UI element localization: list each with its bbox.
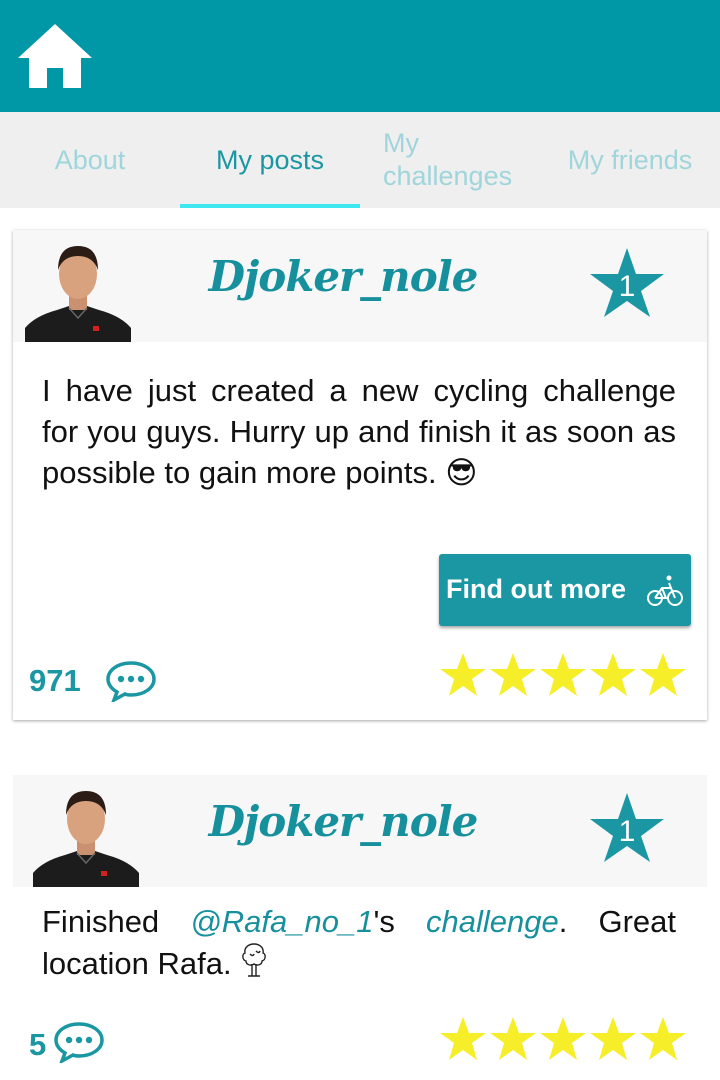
- star-icon[interactable]: [639, 1015, 687, 1063]
- post-header: Djoker_nole 1: [13, 775, 707, 887]
- active-tab-indicator: [180, 204, 360, 208]
- star-icon[interactable]: [489, 1015, 537, 1063]
- tree-icon: [242, 943, 267, 977]
- find-out-more-button[interactable]: Find out more: [439, 554, 691, 626]
- post-card: Djoker_nole 1 I have just created a new …: [13, 230, 707, 720]
- tab-about[interactable]: About: [0, 112, 180, 208]
- tab-my-friends[interactable]: My friends: [540, 112, 720, 208]
- star-icon[interactable]: [439, 651, 487, 699]
- avatar[interactable]: [33, 781, 139, 887]
- star-icon[interactable]: [439, 1015, 487, 1063]
- rank-badge: 1: [589, 791, 665, 863]
- comment-count: 971: [29, 663, 81, 698]
- app-header: [0, 0, 720, 112]
- username[interactable]: Djoker_nole: [153, 797, 533, 846]
- rating-stars: [439, 1015, 691, 1065]
- avatar[interactable]: [25, 236, 131, 342]
- tab-label: About: [54, 144, 126, 175]
- star-icon[interactable]: [539, 1015, 587, 1063]
- rank-number: 1: [618, 270, 636, 303]
- post-text: I have just created a new cycling challe…: [42, 373, 676, 490]
- tab-label: My friends: [567, 144, 693, 175]
- bicycle-icon: [647, 575, 683, 606]
- comment-count: 5: [29, 1027, 47, 1062]
- star-icon[interactable]: [539, 651, 587, 699]
- tab-my-challenges[interactable]: My challenges: [360, 112, 540, 208]
- sunglasses-emoji-icon: 😎: [445, 455, 478, 490]
- post-card: Djoker_nole 1 Finished @Rafa_no_1's chal…: [13, 775, 707, 1080]
- tab-label: My challenges: [383, 128, 513, 191]
- star-icon[interactable]: [489, 651, 537, 699]
- post-text: Finished @Rafa_no_1's challenge. Great l…: [42, 904, 676, 981]
- star-icon[interactable]: [589, 651, 637, 699]
- rating-stars: [439, 651, 691, 701]
- comment-icon[interactable]: [105, 660, 157, 702]
- challenge-link[interactable]: challenge: [426, 904, 559, 939]
- star-icon[interactable]: [589, 1015, 637, 1063]
- home-icon[interactable]: [16, 20, 94, 92]
- user-mention-link[interactable]: @Rafa_no_1: [190, 904, 373, 939]
- rank-badge: 1: [589, 246, 665, 318]
- username[interactable]: Djoker_nole: [153, 252, 533, 301]
- rank-number: 1: [618, 815, 636, 848]
- tab-bar: About My posts My challenges My friends: [0, 112, 720, 208]
- comment-icon[interactable]: [53, 1021, 105, 1063]
- star-icon[interactable]: [639, 651, 687, 699]
- post-header: Djoker_nole 1: [13, 230, 707, 342]
- tab-my-posts[interactable]: My posts: [180, 112, 360, 208]
- tab-label: My posts: [215, 144, 325, 175]
